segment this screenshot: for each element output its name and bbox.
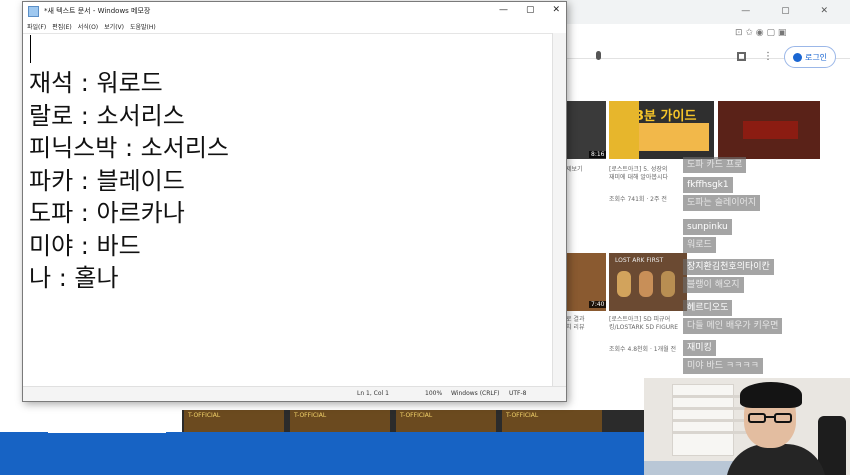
editor-content[interactable]: 재석 : 워로드 랄로 : 소서리스 피닉스박 : 소서리스 파카 : 블레이드… [29,67,229,295]
strip-label: T-OFFICIAL [188,412,221,419]
duration-badge: 7:40 [589,301,607,308]
browser-window-controls[interactable]: — ▢ ✕ [741,6,842,16]
text-line: 재석 : 워로드 [29,69,163,97]
mic-icon[interactable] [596,51,601,60]
cursor-position: Ln 1, Col 1 [357,390,389,397]
vertical-scrollbar[interactable] [552,33,566,387]
guide-title: 3분 가이드 [635,109,697,124]
notepad-titlebar[interactable]: *새 텍스트 문서 - Windows 메모장 — ▢ ✕ [23,2,566,20]
grid-icon[interactable] [737,52,746,61]
video-meta: 치 리뷰 [566,324,585,331]
text-line: 미야 : 바드 [29,231,141,260]
video-title[interactable]: [로스트아크] 5. 성장의 [609,166,667,174]
video-thumbnail[interactable]: LOST ARK FIRST [609,253,687,311]
strip-label: T-OFFICIAL [294,412,327,419]
text-cursor [30,35,31,63]
video-thumbnail[interactable] [718,101,820,159]
login-button[interactable]: 로그인 [784,46,836,68]
duration-badge: 8:16 [589,151,607,158]
browser-dark-strip [48,398,166,433]
webcam-window-background [672,384,763,456]
chat-message: 블랭이 해오지 [683,277,744,293]
menu-edit[interactable]: 편집(E) [52,22,72,31]
strip-label: T-OFFICIAL [506,412,539,419]
video-thumbnail[interactable]: 3분 가이드 [609,101,714,159]
chat-username: fkffhsgk1 [683,177,733,193]
maximize-icon[interactable]: ▢ [526,5,535,15]
chat-username: 재미킹 [683,340,716,356]
video-meta: 제보기 [566,166,583,173]
chat-message: 다들 메인 배우가 키우면 [683,318,783,334]
menu-view[interactable]: 보기(V) [104,22,124,31]
menu-format[interactable]: 서식(O) [78,22,98,31]
chat-username: 헤르디오도 [683,300,733,316]
text-line: 피닉스박 : 소서리스 [29,134,229,162]
text-editor[interactable]: 재석 : 워로드 랄로 : 소서리스 피닉스박 : 소서리스 파카 : 블레이드… [23,33,553,387]
video-title[interactable]: 킹/LOSTARK 5D FIGURE [609,324,678,332]
webcam-feed [644,378,850,475]
status-bar: Ln 1, Col 1 100% Windows (CRLF) UTF-8 [23,386,566,401]
video-title[interactable]: 재미에 대해 알아봅시다 [609,174,668,182]
chat-username: 장지환김천호의타이칸 [683,259,774,275]
chat-message: 도파 카드 프로 [683,157,747,173]
window-controls: — ▢ ✕ [499,5,560,15]
chat-username: sunpinku [683,219,732,235]
glasses-icon [748,413,792,423]
zoom-level: 100% [425,390,443,397]
notepad-window[interactable]: *새 텍스트 문서 - Windows 메모장 — ▢ ✕ 파일(F) 편집(E… [22,1,567,402]
login-label: 로그인 [804,52,828,62]
webcam-floor [644,461,734,475]
text-line: 파카 : 블레이드 [29,166,185,195]
text-line: 도파 : 아르카나 [29,199,185,227]
streamer-body [726,444,826,475]
encoding: UTF-8 [509,390,527,397]
text-line: 나 : 홀나 [29,264,119,292]
video-meta: 조회수 4.8천회 · 1개월 전 [609,346,677,353]
line-ending: Windows (CRLF) [451,390,500,397]
browser-tab-strip: — ▢ ✕ [560,0,850,24]
user-icon [792,52,802,62]
menu-help[interactable]: 도움말(H) [130,22,156,31]
strip-label: T-OFFICIAL [400,412,433,419]
streamer-hair [740,382,802,408]
text-line: 랄로 : 소서리스 [29,101,185,130]
chat-message: 도파는 슬레이어지 [683,195,761,211]
extension-icon[interactable]: ⊡ ✩ ◉ ▢ ▣ [735,28,786,38]
video-title[interactable]: [로스트아크] 5D 피규어 [609,316,670,324]
chat-message: 미야 바드 ㅋㅋㅋㅋ [683,358,763,374]
close-icon[interactable]: ✕ [552,5,560,15]
lostark-caption: LOST ARK FIRST [615,257,664,264]
video-meta: 로 결과 [566,316,585,323]
chat-message: 워로드 [683,237,716,253]
menu-bar: 파일(F) 편집(E) 서식(O) 보기(V) 도움말(H) [23,20,566,32]
video-meta: 조회수 741회 · 2주 전 [609,196,667,203]
minimize-icon[interactable]: — [499,5,508,15]
window-title: *새 텍스트 문서 - Windows 메모장 [44,7,151,15]
notepad-icon [28,5,39,17]
menu-file[interactable]: 파일(F) [27,22,46,31]
more-icon[interactable]: ⋮ [763,51,773,62]
